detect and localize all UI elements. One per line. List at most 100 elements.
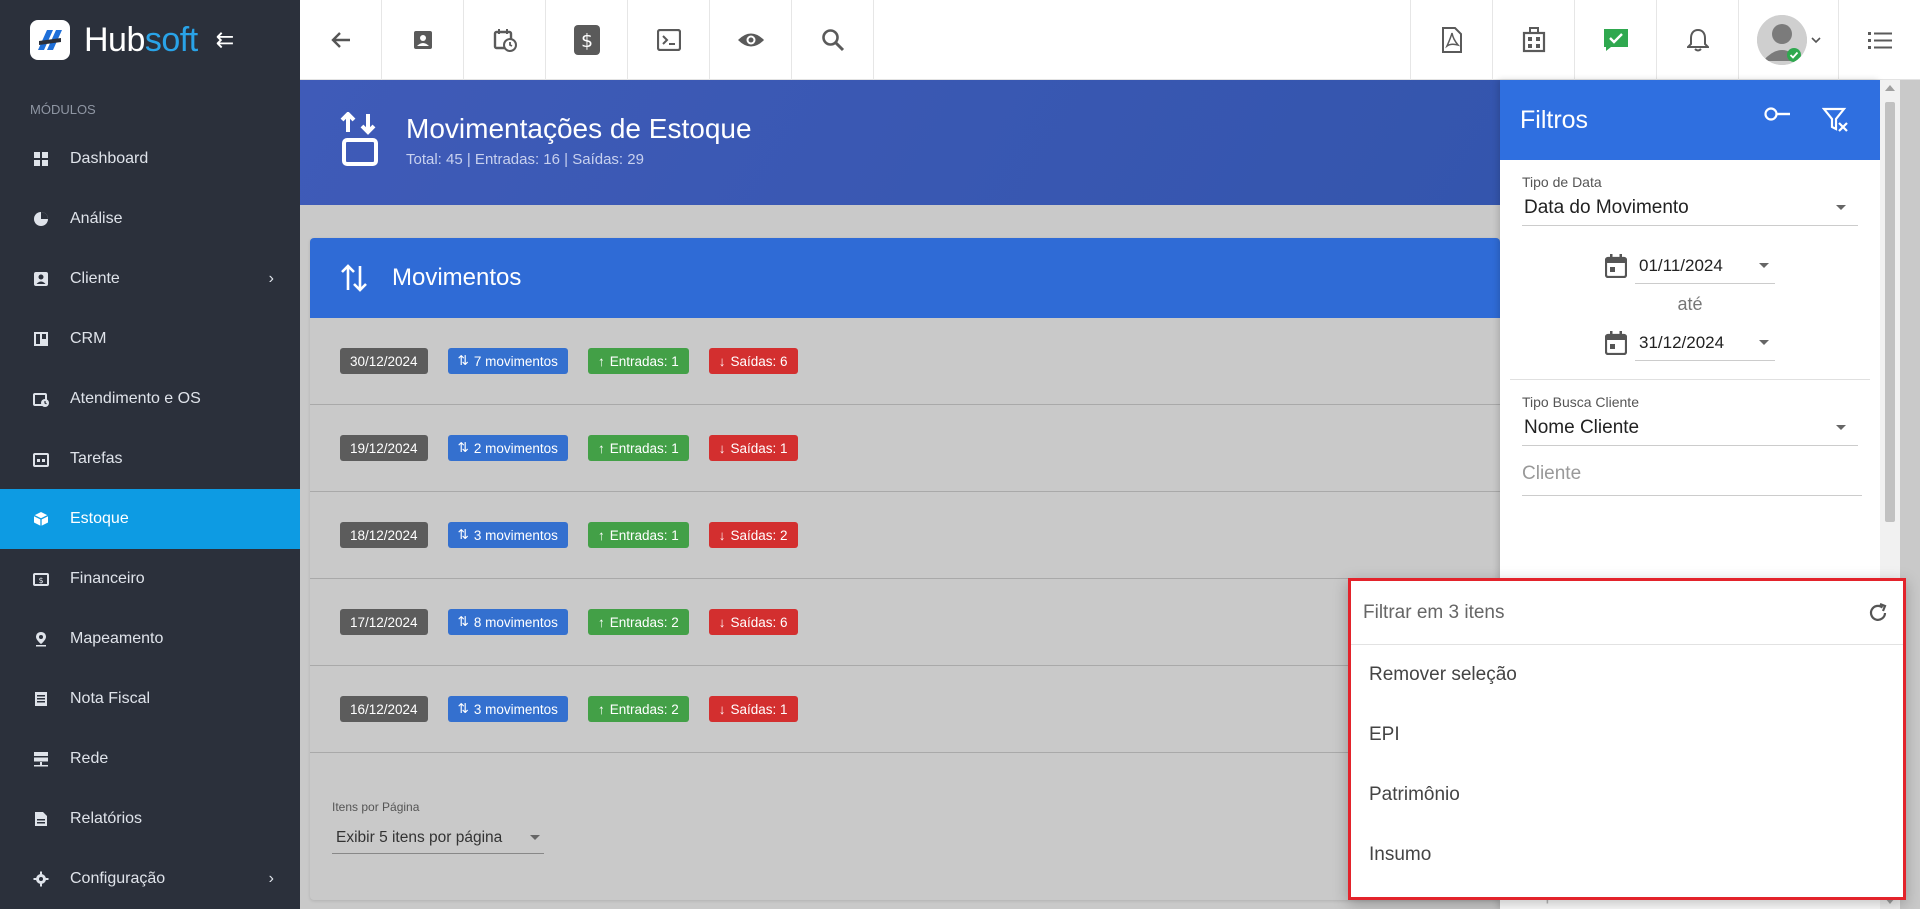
sidebar-item-mapeamento[interactable]: Mapeamento	[0, 609, 300, 669]
sidebar-item-nota-fiscal[interactable]: Nota Fiscal	[0, 669, 300, 729]
scroll-up-icon[interactable]	[1885, 85, 1895, 91]
per-page-control: Itens por Página Exibir 5 itens por pági…	[332, 800, 544, 854]
entradas-badge: ↑ Entradas: 2	[587, 696, 689, 722]
dropdown-search-text: Filtrar em 3 itens	[1363, 601, 1505, 623]
arrow-up-icon: ↑	[597, 527, 605, 543]
refresh-icon[interactable]	[1867, 602, 1889, 624]
approved-tasks-button[interactable]	[1574, 0, 1656, 80]
calendar-clock-icon	[493, 29, 517, 52]
bell-icon	[1686, 28, 1709, 52]
company-button[interactable]	[1492, 0, 1574, 80]
key-toggle-icon[interactable]	[1764, 106, 1792, 134]
notifications-button[interactable]	[1656, 0, 1738, 80]
clients-shortcut-button[interactable]	[382, 0, 464, 80]
view-shortcut-button[interactable]	[710, 0, 792, 80]
brand: Hubsoft ⇇	[0, 0, 300, 80]
sidebar-item-atendimento[interactable]: Atendimento e OS	[0, 369, 300, 429]
list-item[interactable]: 17/12/2024 ⇅ 8 movimentos ↑ Entradas: 2 ↓ S…	[310, 579, 1500, 666]
sidebar-item-label: CRM	[70, 330, 107, 347]
arrow-up-icon: ↑	[597, 701, 605, 717]
sidebar-item-financeiro[interactable]: $ Financeiro	[0, 549, 300, 609]
sidebar-item-cliente[interactable]: Cliente ›	[0, 249, 300, 309]
arrow-up-icon: ↑	[597, 614, 605, 630]
sidebar-item-analise[interactable]: Análise	[0, 189, 300, 249]
clear-filter-icon[interactable]	[1822, 106, 1850, 134]
arrow-down-icon: ↓	[718, 353, 726, 369]
chevron-right-icon: ›	[268, 270, 274, 287]
sidebar-item-rede[interactable]: Rede	[0, 729, 300, 789]
caret-down-icon	[1836, 205, 1846, 210]
dashboard-icon	[32, 150, 50, 168]
up-down-arrows-icon: ⇅	[457, 353, 469, 368]
calendar-icon	[1605, 331, 1627, 355]
dropdown-option-remove-selection[interactable]: Remover seleção	[1351, 645, 1903, 705]
scroll-thumb[interactable]	[1885, 102, 1895, 522]
filters-title: Filtros	[1520, 105, 1589, 134]
search-button[interactable]	[792, 0, 874, 80]
arrow-up-icon: ↑	[597, 440, 605, 456]
sidebar-item-estoque[interactable]: Estoque	[0, 489, 300, 549]
dollar-icon: $	[573, 25, 600, 55]
invoice-icon	[32, 690, 50, 708]
sidebar-item-label: Dashboard	[70, 150, 149, 167]
sidebar-item-tarefas[interactable]: Tarefas	[0, 429, 300, 489]
terminal-icon	[656, 29, 681, 51]
user-menu[interactable]	[1738, 0, 1838, 80]
per-page-select[interactable]: Exibir 5 itens por página	[332, 822, 544, 854]
topbar-right	[1410, 0, 1920, 80]
caret-down-icon	[1759, 340, 1769, 345]
terminal-shortcut-button[interactable]	[628, 0, 710, 80]
saidas-badge: ↓ Saídas: 1	[708, 435, 798, 461]
calendar-clock-icon	[32, 390, 50, 408]
up-down-arrows-icon: ⇅	[457, 440, 469, 455]
page-header: Movimentações de Estoque Total: 45 | Ent…	[300, 80, 1500, 205]
sidebar-item-relatorios[interactable]: Relatórios	[0, 789, 300, 849]
sidebar-item-label: Cliente	[70, 270, 120, 287]
list-item[interactable]: 16/12/2024 ⇅ 3 movimentos ↑ Entradas: 2 ↓ S…	[310, 666, 1500, 753]
arrow-up-icon: ↑	[597, 353, 605, 369]
schedule-shortcut-button[interactable]	[464, 0, 546, 80]
hubsoft-logo[interactable]	[30, 20, 70, 60]
collapse-sidebar-icon[interactable]: ⇇	[216, 27, 234, 53]
money-icon: $	[32, 570, 50, 588]
panel-header: Movimentos	[310, 238, 1500, 318]
list-item[interactable]: 18/12/2024 ⇅ 3 movimentos ↑ Entradas: 1 ↓ S…	[310, 492, 1500, 579]
page-title: Movimentações de Estoque	[406, 112, 752, 144]
list-item[interactable]: 19/12/2024 ⇅ 2 movimentos ↑ Entradas: 1 ↓ S…	[310, 405, 1500, 492]
dropdown-option-patrimonio[interactable]: Patrimônio	[1351, 765, 1903, 825]
date-to-field[interactable]: 31/12/2024	[1635, 325, 1775, 361]
map-pin-icon	[32, 630, 50, 648]
box-icon	[32, 510, 50, 528]
contact-card-icon	[413, 31, 432, 49]
tipo-data-select[interactable]: Data do Movimento	[1522, 190, 1858, 226]
back-button[interactable]	[300, 0, 382, 80]
movements-list: 30/12/2024 ⇅ 7 movimentos ↑ Entradas: 1 ↓ S…	[310, 318, 1500, 753]
sidebar-menu: Dashboard Análise Cliente › CRM Atendime…	[0, 129, 300, 909]
sidebar-item-configuracao[interactable]: Configuração ›	[0, 849, 300, 909]
sidebar-item-label: Tarefas	[70, 450, 123, 467]
sidebar-item-dashboard[interactable]: Dashboard	[0, 129, 300, 189]
tipo-busca-select[interactable]: Nome Cliente	[1522, 410, 1858, 446]
cliente-input[interactable]: Cliente	[1522, 452, 1862, 496]
date-from-field[interactable]: 01/11/2024	[1635, 248, 1775, 284]
sidebar-item-label: Relatórios	[70, 810, 143, 827]
sidebar-item-crm[interactable]: CRM	[0, 309, 300, 369]
list-item[interactable]: 30/12/2024 ⇅ 7 movimentos ↑ Entradas: 1 ↓ S…	[310, 318, 1500, 405]
sidebar-item-label: Análise	[70, 210, 123, 227]
report-icon	[32, 810, 50, 828]
movements-badge: ⇅ 2 movimentos	[447, 435, 568, 461]
arrow-down-icon: ↓	[718, 527, 726, 543]
entradas-badge: ↑ Entradas: 1	[587, 348, 689, 374]
category-dropdown: Filtrar em 3 itens Remover seleção EPI P…	[1348, 578, 1906, 900]
tasks-icon	[32, 450, 50, 468]
dropdown-options: Remover seleção EPI Patrimônio Insumo	[1351, 645, 1903, 885]
menu-list-button[interactable]	[1838, 0, 1920, 80]
sidebar-item-label: Configuração	[70, 870, 166, 887]
finance-shortcut-button[interactable]: $	[546, 0, 628, 80]
sidebar-item-label: Mapeamento	[70, 630, 164, 647]
dropdown-option-insumo[interactable]: Insumo	[1351, 825, 1903, 885]
dropdown-search[interactable]: Filtrar em 3 itens	[1351, 581, 1903, 645]
pdf-button[interactable]	[1410, 0, 1492, 80]
dropdown-option-epi[interactable]: EPI	[1351, 705, 1903, 765]
chevron-right-icon: ›	[268, 870, 274, 887]
